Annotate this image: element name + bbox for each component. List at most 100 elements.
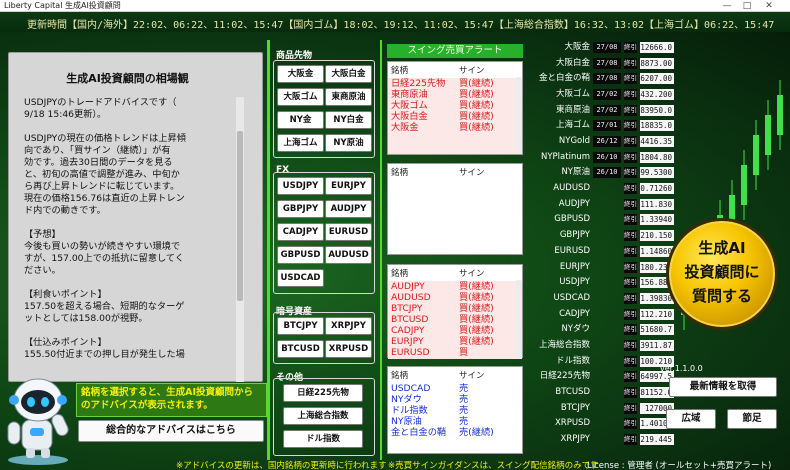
table-row[interactable]: 大阪ゴム 買(継続) bbox=[388, 100, 522, 111]
btn-dollar-index[interactable]: ドル指数 bbox=[283, 430, 363, 448]
table-row[interactable]: ドル指数 売 bbox=[388, 405, 522, 416]
market-value: 99.5300 bbox=[640, 167, 674, 179]
btn-xrpusd[interactable]: XRPUSD bbox=[325, 340, 372, 358]
btn-osaka-gold[interactable]: 大阪金 bbox=[277, 65, 324, 83]
maximize-icon[interactable]: □ bbox=[738, 0, 756, 12]
market-row[interactable]: XRPUSD 終引 1.40100 bbox=[536, 417, 676, 430]
market-row[interactable]: BTCJPY 終引 127000 bbox=[536, 402, 676, 415]
market-row[interactable]: 上海ゴム 27/01 終引 18835.0 bbox=[536, 119, 676, 132]
market-row[interactable]: EURUSD 終引 1.14860 bbox=[536, 245, 676, 258]
market-row[interactable]: 上海総合指数 終引 3911.87 bbox=[536, 339, 676, 352]
table-row[interactable]: EURJPY 買(継続) bbox=[388, 336, 522, 347]
market-row[interactable]: USDJPY 終引 156.880 bbox=[536, 276, 676, 289]
market-row[interactable]: 大阪白金 27/08 終引 8873.00 bbox=[536, 57, 676, 70]
row-signal: 買(継続) bbox=[459, 314, 494, 325]
btn-osaka-platinum[interactable]: 大阪白金 bbox=[325, 65, 372, 83]
market-name: XRPUSD bbox=[554, 418, 590, 429]
market-row[interactable]: XRPJPY 終引 219.445 bbox=[536, 433, 676, 446]
swing-table-4[interactable]: 銘柄 サイン USDCAD 売 NYダウ売ドル指数売 NY原油売金と白金の鞘 売(継続) bbox=[387, 366, 523, 454]
table-scrollbar[interactable] bbox=[516, 77, 521, 153]
advice-scroll-thumb[interactable] bbox=[237, 131, 243, 301]
market-value: 112.210 bbox=[640, 308, 674, 320]
overall-advice-button[interactable]: 総合的なアドバイスはこちら bbox=[78, 420, 264, 442]
table-row[interactable]: AUDJPY 買(継続) bbox=[388, 281, 522, 292]
btn-xrpjpy[interactable]: XRPJPY bbox=[325, 317, 372, 335]
market-row[interactable]: 大阪ゴム 27/02 終引 432.200 bbox=[536, 88, 676, 101]
row-signal: 売 bbox=[459, 383, 469, 394]
advice-text[interactable]: USDJPYのトレードアドバイスです（ 9/18 15:46更新）。 USDJP… bbox=[24, 97, 230, 385]
row-signal: 売 bbox=[459, 394, 469, 405]
table-row[interactable]: EURUSD 買 bbox=[388, 347, 522, 358]
table-row[interactable]: USDCAD 売 bbox=[388, 383, 522, 394]
col-sign-header: サイン bbox=[459, 168, 485, 178]
btn-shanghai-index[interactable]: 上海総合指数 bbox=[283, 407, 363, 425]
market-label: 終引 bbox=[624, 371, 637, 383]
market-label: 終引 bbox=[624, 120, 637, 132]
btn-tokyo-crude[interactable]: 東商原油 bbox=[325, 88, 372, 106]
table-row[interactable]: NY原油 売 bbox=[388, 416, 522, 427]
market-row[interactable]: 大阪金 27/08 終引 12666.0 bbox=[536, 41, 676, 54]
btn-gbpusd[interactable]: GBPUSD bbox=[277, 246, 324, 264]
btn-ny-platinum[interactable]: NY白金 bbox=[325, 111, 372, 129]
close-icon[interactable]: ✕ bbox=[760, 0, 778, 12]
market-row[interactable]: GBPUSD 終引 1.33940 bbox=[536, 213, 676, 226]
btn-eurjpy[interactable]: EURJPY bbox=[325, 177, 372, 195]
advice-scrollbar[interactable] bbox=[236, 97, 244, 382]
btn-osaka-rubber[interactable]: 大阪ゴム bbox=[277, 88, 324, 106]
market-row[interactable]: ドル指数 終引 100.210 bbox=[536, 355, 676, 368]
table-scrollbar[interactable] bbox=[516, 280, 521, 358]
market-value: 3911.87 bbox=[640, 339, 674, 351]
minimize-icon[interactable]: — bbox=[718, 0, 736, 12]
btn-eurusd[interactable]: EURUSD bbox=[325, 223, 372, 241]
settings-button[interactable]: 節足 bbox=[727, 409, 777, 429]
market-row[interactable]: 金と白金の鞘 27/08 終引 6207.00 bbox=[536, 72, 676, 85]
table-row[interactable]: CADJPY 買(継続) bbox=[388, 325, 522, 336]
btn-ny-crude[interactable]: NY原油 bbox=[325, 134, 372, 152]
market-row[interactable]: USDCAD 終引 1.39830 bbox=[536, 292, 676, 305]
market-row[interactable]: NYPlatinum 26/10 終引 1804.80 bbox=[536, 151, 676, 164]
table-row[interactable]: NYダウ 売 bbox=[388, 394, 522, 405]
market-row[interactable]: 日経225先物 終引 64997.5 bbox=[536, 370, 676, 383]
market-row[interactable]: CADJPY 終引 112.210 bbox=[536, 308, 676, 321]
market-row[interactable]: NYGold 26/12 終引 4416.35 bbox=[536, 135, 676, 148]
row-symbol: 金と白金の鞘 bbox=[391, 427, 447, 438]
btn-gbpjpy[interactable]: GBPJPY bbox=[277, 200, 324, 218]
swing-table-4-rows: USDCAD 売 NYダウ売ドル指数売 NY原油売金と白金の鞘 売(継続) bbox=[388, 383, 522, 453]
fetch-latest-button[interactable]: 最新情報を取得 bbox=[669, 377, 777, 397]
btn-shanghai-rubber[interactable]: 上海ゴム bbox=[277, 134, 324, 152]
market-row[interactable]: AUDUSD 終引 0.71260 bbox=[536, 182, 676, 195]
table-row[interactable]: 大阪白金 買(継続) bbox=[388, 111, 522, 122]
btn-btcusd[interactable]: BTCUSD bbox=[277, 340, 324, 358]
table-row[interactable]: 日経225先物 買(継続) bbox=[388, 78, 522, 89]
market-name: 大阪金 bbox=[564, 42, 590, 52]
swing-table-1[interactable]: 銘柄 サイン 日経225先物 買(継続) 東商原油 買(継続) 大阪ゴム 買(継続) 大阪白… bbox=[387, 61, 523, 155]
market-row[interactable]: 東商原油 27/02 終引 83950.0 bbox=[536, 104, 676, 117]
table-row[interactable]: BTCJPY 買(継続) bbox=[388, 303, 522, 314]
swing-table-2[interactable]: 銘柄 サイン bbox=[387, 163, 523, 255]
btn-audjpy[interactable]: AUDJPY bbox=[325, 200, 372, 218]
market-row[interactable]: EURJPY 終引 180.230 bbox=[536, 261, 676, 274]
market-row[interactable]: BTCUSD 終引 81152.0 bbox=[536, 386, 676, 399]
table-row[interactable]: 大阪金 買(継続) bbox=[388, 122, 522, 133]
row-signal: 買(継続) bbox=[459, 100, 494, 111]
btn-usdcad[interactable]: USDCAD bbox=[277, 269, 324, 287]
col-name-header: 銘柄 bbox=[391, 371, 409, 381]
btn-usdjpy[interactable]: USDJPY bbox=[277, 177, 324, 195]
col-name-header: 銘柄 bbox=[391, 66, 409, 76]
ask-ai-button[interactable]: 生成AI 投資顧問に 質問する bbox=[666, 218, 778, 330]
market-row[interactable]: GBPJPY 終引 210.150 bbox=[536, 229, 676, 242]
swing-table-3[interactable]: 銘柄 サイン AUDJPY 買(継続) AUDUSD 買(継続) BTCJPY 買(継続)… bbox=[387, 264, 523, 359]
btn-nikkei225[interactable]: 日経225先物 bbox=[283, 384, 363, 402]
market-row[interactable]: NYダウ 終引 51680.7 bbox=[536, 323, 676, 336]
table-row[interactable]: BTCUSD 買(継続) bbox=[388, 314, 522, 325]
table-row[interactable]: 金と白金の鞘 売(継続) bbox=[388, 427, 522, 438]
table-row[interactable]: AUDUSD 買(継続) bbox=[388, 292, 522, 303]
market-row[interactable]: NY原油 26/10 終引 99.5300 bbox=[536, 166, 676, 179]
btn-audusd[interactable]: AUDUSD bbox=[325, 246, 372, 264]
table-row[interactable]: 東商原油 買(継続) bbox=[388, 89, 522, 100]
wide-area-button[interactable]: 広域 bbox=[666, 409, 716, 429]
btn-ny-gold[interactable]: NY金 bbox=[277, 111, 324, 129]
market-row[interactable]: AUDJPY 終引 111.830 bbox=[536, 198, 676, 211]
btn-btcjpy[interactable]: BTCJPY bbox=[277, 317, 324, 335]
btn-cadjpy[interactable]: CADJPY bbox=[277, 223, 324, 241]
